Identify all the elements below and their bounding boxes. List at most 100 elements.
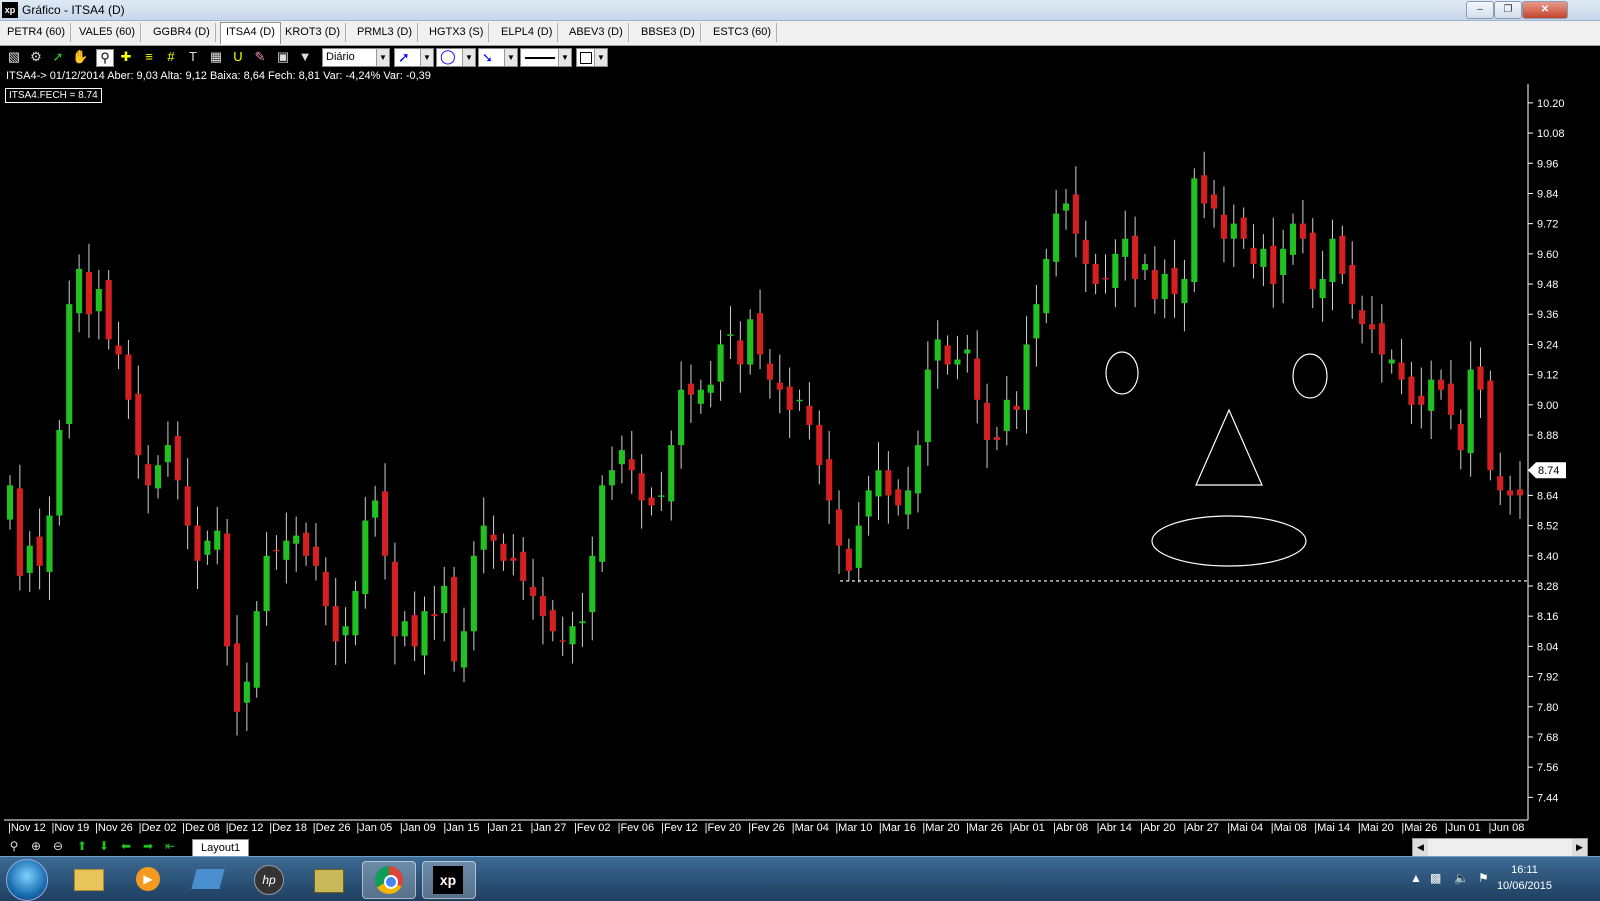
x-tick-label: |Abr 20	[1140, 822, 1176, 834]
media-player-icon[interactable]: ▶	[122, 861, 174, 897]
y-tick-label: 10.08	[1537, 128, 1565, 140]
candlestick-chart[interactable]: 10.20 10.08 9.96 9.84 9.72 9.60 9.48 9.36 9.24 9.…	[0, 0, 1600, 900]
candle-down	[944, 345, 951, 365]
left-eye-ellipse	[1105, 351, 1139, 395]
candle-down	[1250, 247, 1257, 264]
candle-down	[1270, 245, 1277, 285]
remote-desktop-icon[interactable]	[182, 861, 234, 897]
explorer-icon[interactable]	[62, 861, 114, 897]
candle-down	[766, 363, 773, 380]
candle-up	[342, 626, 349, 636]
scroll-right-icon[interactable]: ▶	[1572, 839, 1587, 856]
candle-down	[983, 402, 991, 441]
scroll-left-icon[interactable]: ◀	[1413, 839, 1428, 856]
x-tick-label: |Jan 21	[486, 822, 523, 834]
candle-up	[1191, 178, 1198, 283]
candle-up	[608, 470, 616, 486]
candle-down	[539, 596, 547, 617]
start-orb[interactable]	[6, 859, 48, 901]
candle-up	[154, 465, 162, 489]
xp-app-icon[interactable]: xp	[422, 861, 476, 899]
y-tick-label: 8.40	[1537, 551, 1558, 563]
candle-up	[1003, 399, 1010, 431]
candle-down	[845, 548, 852, 571]
hp-icon[interactable]: hp	[242, 861, 294, 897]
candle-down	[1497, 476, 1504, 491]
zoom-icon[interactable]: ⚲	[6, 838, 22, 854]
volume-icon[interactable]: 🔈	[1454, 871, 1469, 885]
candle-up	[1289, 223, 1297, 255]
candle-down	[1378, 323, 1385, 355]
candle-up	[214, 530, 221, 550]
network-icon[interactable]: ▩	[1430, 871, 1441, 885]
y-tick-label: 9.12	[1537, 370, 1558, 382]
x-tick-label: |Fev 20	[704, 822, 742, 834]
candle-down	[806, 405, 813, 425]
y-tick-label: 8.28	[1537, 581, 1558, 593]
x-tick-label: |Abr 01	[1009, 822, 1045, 834]
x-tick-label: |Fev 12	[661, 822, 698, 834]
candle-up	[1053, 213, 1060, 262]
candle-down	[451, 576, 458, 662]
candle-down	[1201, 175, 1208, 204]
zoom-out-icon[interactable]: ⊖	[50, 838, 66, 854]
candle-down	[974, 358, 981, 400]
candle-down	[520, 551, 527, 581]
clock-date: 10/06/2015	[1496, 880, 1552, 892]
action-center-icon[interactable]: ⚑	[1478, 871, 1489, 885]
candle-up	[678, 389, 685, 446]
x-tick-label: |Jan 09	[399, 822, 436, 834]
candle-up	[283, 540, 290, 560]
candle-up	[460, 631, 468, 668]
candle-down	[835, 509, 843, 546]
candle-up	[905, 490, 912, 515]
candle-down	[687, 383, 695, 395]
series-label[interactable]: ITSA4.FECH = 8.74	[5, 88, 102, 103]
arrow-right-icon[interactable]: ➡	[140, 838, 156, 854]
candle-down	[1408, 376, 1415, 405]
candle-up	[727, 334, 734, 336]
x-tick-label: |Fev 06	[617, 822, 655, 834]
x-tick-label: |Abr 27	[1183, 822, 1219, 834]
y-tick-label: 9.00	[1537, 400, 1558, 412]
x-tick-label: |Mai 14	[1314, 822, 1351, 834]
candle-up	[914, 445, 922, 494]
candle-up	[204, 540, 211, 555]
arrow-down-icon[interactable]: ⬇	[96, 838, 112, 854]
candle-up	[1033, 304, 1040, 339]
mouth-ellipse	[1151, 515, 1307, 567]
candle-down	[1398, 362, 1405, 380]
x-tick-label: |Fev 26	[748, 822, 785, 834]
x-tick-label: |Mar 10	[835, 822, 873, 834]
y-tick-label: 9.24	[1537, 339, 1558, 351]
candle-up	[865, 490, 872, 517]
candle-up	[164, 445, 171, 463]
candle-up	[352, 591, 359, 636]
arrow-left-icon[interactable]: ⬅	[118, 838, 134, 854]
layout-tab[interactable]: Layout1	[192, 839, 250, 857]
arrow-up-icon[interactable]: ⬆	[74, 838, 90, 854]
candle-down	[174, 436, 181, 481]
file-transfer-icon[interactable]	[302, 861, 354, 897]
candle-down	[224, 533, 231, 647]
candle-down	[194, 525, 201, 561]
candle-up	[855, 525, 862, 568]
y-tick-label: 9.36	[1537, 309, 1558, 321]
horizontal-scrollbar[interactable]: ◀ ▶	[1412, 838, 1588, 857]
show-hidden-icons[interactable]: ▲	[1410, 871, 1422, 885]
arrow-back-icon[interactable]: ⇤	[162, 838, 178, 854]
candle-down	[1477, 366, 1484, 390]
candle-up	[46, 515, 53, 572]
candle-up	[668, 445, 675, 502]
candle-down	[1102, 278, 1109, 280]
candle-up	[1161, 273, 1168, 300]
candle-down	[1359, 310, 1366, 325]
candle-up	[658, 495, 665, 497]
candle-up	[362, 520, 369, 595]
zoom-in-icon[interactable]: ⊕	[28, 838, 44, 854]
candle-up	[401, 621, 408, 637]
chrome-icon[interactable]	[362, 861, 416, 899]
system-clock[interactable]: 16:11 10/06/2015	[1497, 862, 1552, 894]
candle-down	[638, 473, 645, 501]
y-tick-label: 8.04	[1537, 641, 1558, 653]
